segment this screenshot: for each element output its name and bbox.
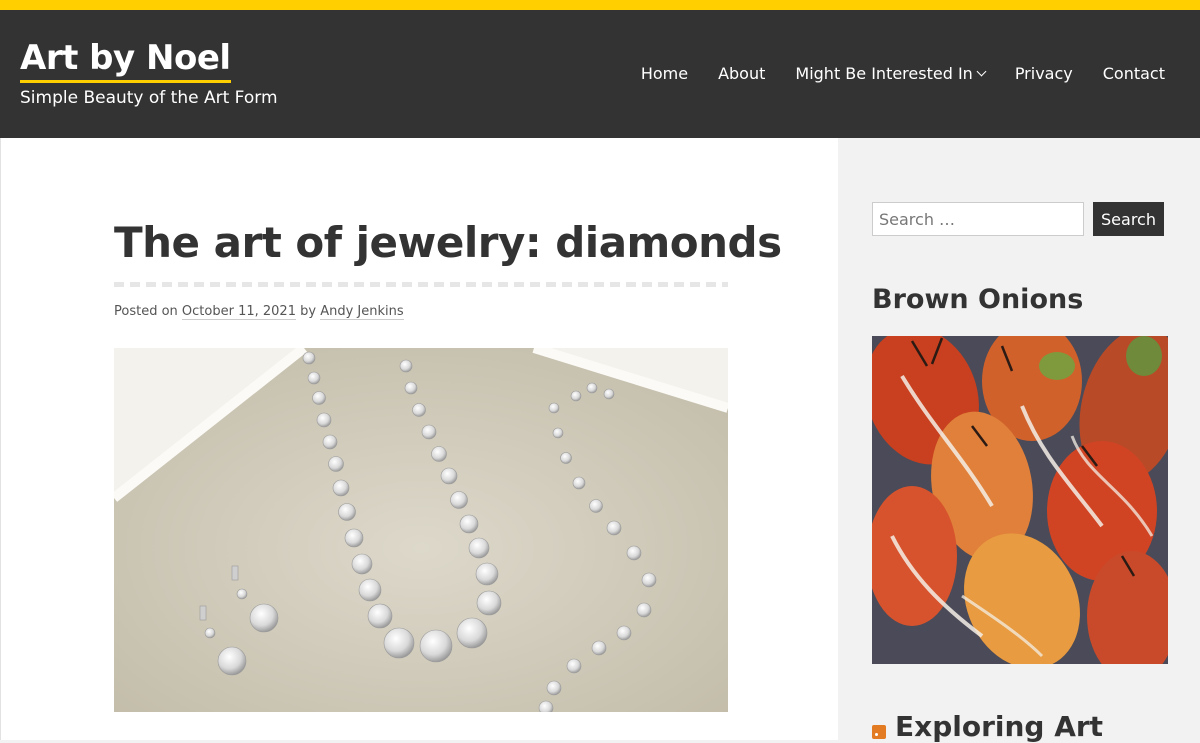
nav-item-home[interactable]: Home	[641, 64, 688, 83]
nav-item-about[interactable]: About	[718, 64, 765, 83]
post-title: The art of jewelry: diamonds	[114, 218, 782, 267]
nav-item-label: Home	[640, 64, 689, 83]
nav-item-label: Might Be Interested In	[795, 64, 973, 83]
title-divider	[114, 282, 728, 287]
posted-on-label: Posted on	[114, 304, 178, 319]
post-date-link[interactable]: October 11, 2021	[181, 304, 296, 320]
site-title-underline	[20, 80, 231, 83]
widget-exploring-art: Exploring Art	[872, 710, 1103, 743]
by-label: by	[300, 304, 317, 319]
nav-item-label: Contact	[1102, 64, 1165, 83]
nav-item-privacy[interactable]: Privacy	[1015, 64, 1073, 83]
nav-item-contact[interactable]: Contact	[1103, 64, 1165, 83]
post-meta: Posted on October 11, 2021 by Andy Jenki…	[114, 304, 404, 320]
nav-item-might-be-interested-in[interactable]: Might Be Interested In	[795, 64, 987, 83]
rss-icon[interactable]	[872, 724, 886, 739]
site-tagline: Simple Beauty of the Art Form	[20, 88, 278, 108]
site-header: Art by Noel Simple Beauty of the Art For…	[0, 10, 1200, 138]
nav-item-label: About	[718, 64, 766, 83]
sidebar: Search Brown Onions Exploring Art	[838, 138, 1200, 743]
chevron-down-icon	[976, 66, 987, 77]
brown-onions-painting[interactable]	[872, 336, 1168, 664]
site-title-text[interactable]: Art by Noel	[20, 38, 231, 78]
site-title[interactable]: Art by Noel	[20, 38, 231, 83]
post-author-link[interactable]: Andy Jenkins	[320, 304, 404, 320]
search-input[interactable]	[872, 202, 1084, 236]
search-button[interactable]: Search	[1093, 202, 1164, 236]
widget-title-brown-onions: Brown Onions	[872, 284, 1084, 315]
widget-title-exploring-art[interactable]: Exploring Art	[895, 710, 1103, 743]
featured-image-jewelry	[114, 348, 728, 712]
accent-top-bar	[0, 0, 1200, 10]
main-content: The art of jewelry: diamonds Posted on O…	[0, 138, 838, 740]
main-navigation: Home About Might Be Interested In Privac…	[611, 64, 1165, 83]
nav-item-label: Privacy	[1014, 64, 1073, 83]
